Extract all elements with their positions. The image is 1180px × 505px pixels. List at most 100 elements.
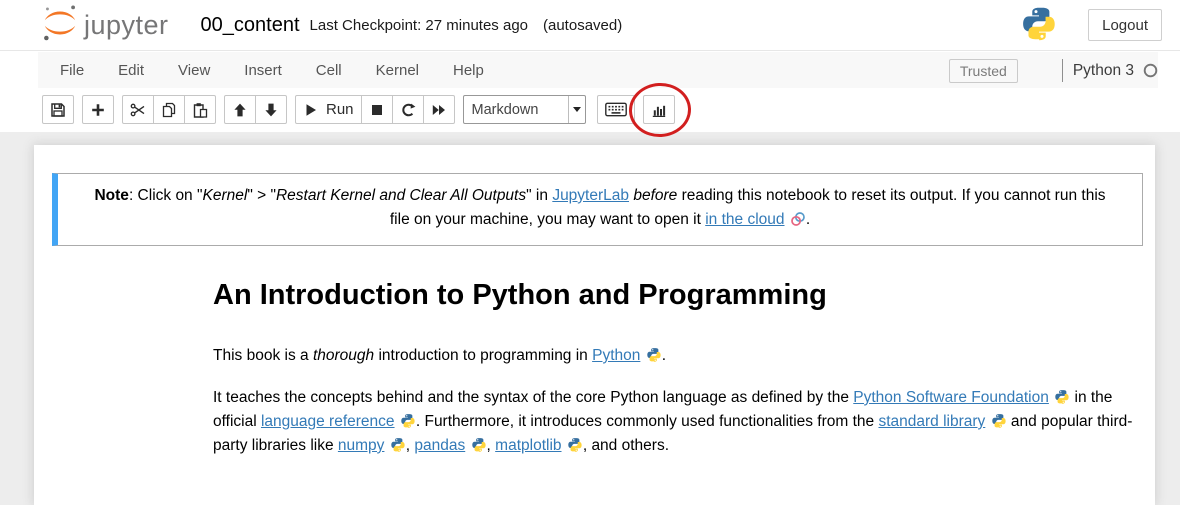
run-icon <box>303 102 319 118</box>
text-run <box>1049 389 1053 406</box>
python-logo-icon <box>390 437 406 453</box>
checkpoint-status: Last Checkpoint: 27 minutes ago <box>310 17 528 34</box>
select-dropdown-arrow-icon[interactable] <box>568 96 585 123</box>
paste-button[interactable] <box>184 95 216 124</box>
menu-cell[interactable]: Cell <box>299 52 359 89</box>
inline-link[interactable]: Python Software Foundation <box>853 389 1049 406</box>
italic-text: before <box>633 187 677 204</box>
inline-link[interactable]: standard library <box>878 413 985 430</box>
trusted-badge: Trusted <box>949 59 1018 83</box>
bar-chart-button[interactable] <box>643 95 675 124</box>
toolbar-button-group <box>643 95 675 124</box>
text-run: . <box>806 211 810 228</box>
keyboard-icon <box>605 102 627 117</box>
italic-text: Restart Kernel and Clear All Outputs <box>276 187 526 204</box>
markdown-heading: An Introduction to Python and Programmin… <box>213 278 1155 312</box>
jupyter-logo-icon <box>40 3 80 48</box>
inline-link[interactable]: pandas <box>414 437 465 454</box>
python-logo-icon <box>567 437 583 453</box>
text-run <box>562 437 566 454</box>
menubar-row: FileEditViewInsertCellKernelHelp Trusted… <box>0 50 1180 89</box>
text-run: . <box>662 347 666 364</box>
inline-link[interactable]: JupyterLab <box>552 187 629 204</box>
italic-text: thorough <box>313 347 374 364</box>
italic-text: Kernel <box>203 187 248 204</box>
kernel-divider <box>1062 59 1063 82</box>
cut-button[interactable] <box>122 95 154 124</box>
python-logo-icon <box>991 413 1007 429</box>
run-button-label: Run <box>326 101 354 118</box>
text-run: , and others. <box>583 437 669 454</box>
move-up-button[interactable] <box>224 95 256 124</box>
text-run: " > " <box>247 187 276 204</box>
text-run <box>465 437 469 454</box>
toolbar-button-group <box>597 95 635 124</box>
logout-button[interactable]: Logout <box>1088 9 1162 41</box>
move-down-button[interactable] <box>255 95 287 124</box>
copy-icon <box>161 102 177 118</box>
text-run <box>785 211 789 228</box>
menu-kernel[interactable]: Kernel <box>359 52 436 89</box>
bold-text: Note <box>94 187 128 204</box>
fast-forward-icon <box>431 102 447 118</box>
text-run <box>395 413 399 430</box>
cut-icon <box>130 102 146 118</box>
stop-button[interactable] <box>361 95 393 124</box>
python-logo-icon <box>646 347 662 363</box>
page-background: Note: Click on "Kernel" > "Restart Kerne… <box>0 132 1180 505</box>
save-button[interactable] <box>42 95 74 124</box>
jupyter-logo[interactable]: jupyter <box>40 3 169 48</box>
down-arrow-icon <box>263 102 279 118</box>
inline-link[interactable]: matplotlib <box>495 437 561 454</box>
cell-type-select[interactable]: Markdown <box>463 95 586 124</box>
plus-icon <box>90 102 106 118</box>
text-run: : Click on " <box>129 187 203 204</box>
inline-link[interactable]: numpy <box>338 437 385 454</box>
jupyter-logo-text: jupyter <box>84 10 169 41</box>
toolbar-button-group: Run <box>295 95 455 124</box>
inline-link[interactable]: Python <box>592 347 640 364</box>
text-run <box>985 413 989 430</box>
inline-link[interactable]: in the cloud <box>705 211 784 228</box>
text-run <box>384 437 388 454</box>
header-bar: jupyter 00_content Last Checkpoint: 27 m… <box>0 0 1180 50</box>
copy-button[interactable] <box>153 95 185 124</box>
python-logo-icon <box>471 437 487 453</box>
stop-icon <box>369 102 385 118</box>
menu-file[interactable]: File <box>43 52 101 89</box>
toolbar-button-group <box>42 95 74 124</box>
up-arrow-icon <box>232 102 248 118</box>
menu-edit[interactable]: Edit <box>101 52 161 89</box>
binder-icon <box>790 211 806 227</box>
menu-view[interactable]: View <box>161 52 227 89</box>
python-logo-icon <box>400 413 416 429</box>
text-run: " in <box>526 187 552 204</box>
restart-run-all-button[interactable] <box>423 95 455 124</box>
toolbar-button-group <box>82 95 114 124</box>
inline-link[interactable]: language reference <box>261 413 395 430</box>
menu-help[interactable]: Help <box>436 52 501 89</box>
text-run: , <box>487 437 496 454</box>
command-palette-button[interactable] <box>597 95 635 124</box>
note-callout: Note: Click on "Kernel" > "Restart Kerne… <box>52 173 1143 246</box>
cell-type-value: Markdown <box>464 102 568 118</box>
python-logo-icon <box>1054 389 1070 405</box>
menu-bar: FileEditViewInsertCellKernelHelp Trusted… <box>38 52 1158 89</box>
save-icon <box>50 102 66 118</box>
markdown-paragraph-2: It teaches the concepts behind and the s… <box>213 386 1135 458</box>
restart-kernel-button[interactable] <box>392 95 424 124</box>
notebook-container[interactable]: Note: Click on "Kernel" > "Restart Kerne… <box>34 145 1155 505</box>
notebook-title[interactable]: 00_content <box>201 14 300 37</box>
run-button[interactable]: Run <box>295 95 362 124</box>
text-run: This book is a <box>213 347 313 364</box>
restart-icon <box>400 102 416 118</box>
add-cell-button[interactable] <box>82 95 114 124</box>
menu-insert[interactable]: Insert <box>227 52 299 89</box>
text-run: introduction to programming in <box>374 347 592 364</box>
text-run: . Furthermore, it introduces commonly us… <box>416 413 879 430</box>
toolbar-button-group <box>224 95 287 124</box>
python-logo-icon <box>1020 5 1058 43</box>
text-run <box>640 347 644 364</box>
text-run: It teaches the concepts behind and the s… <box>213 389 853 406</box>
toolbar: Run Markdown <box>0 88 1180 133</box>
